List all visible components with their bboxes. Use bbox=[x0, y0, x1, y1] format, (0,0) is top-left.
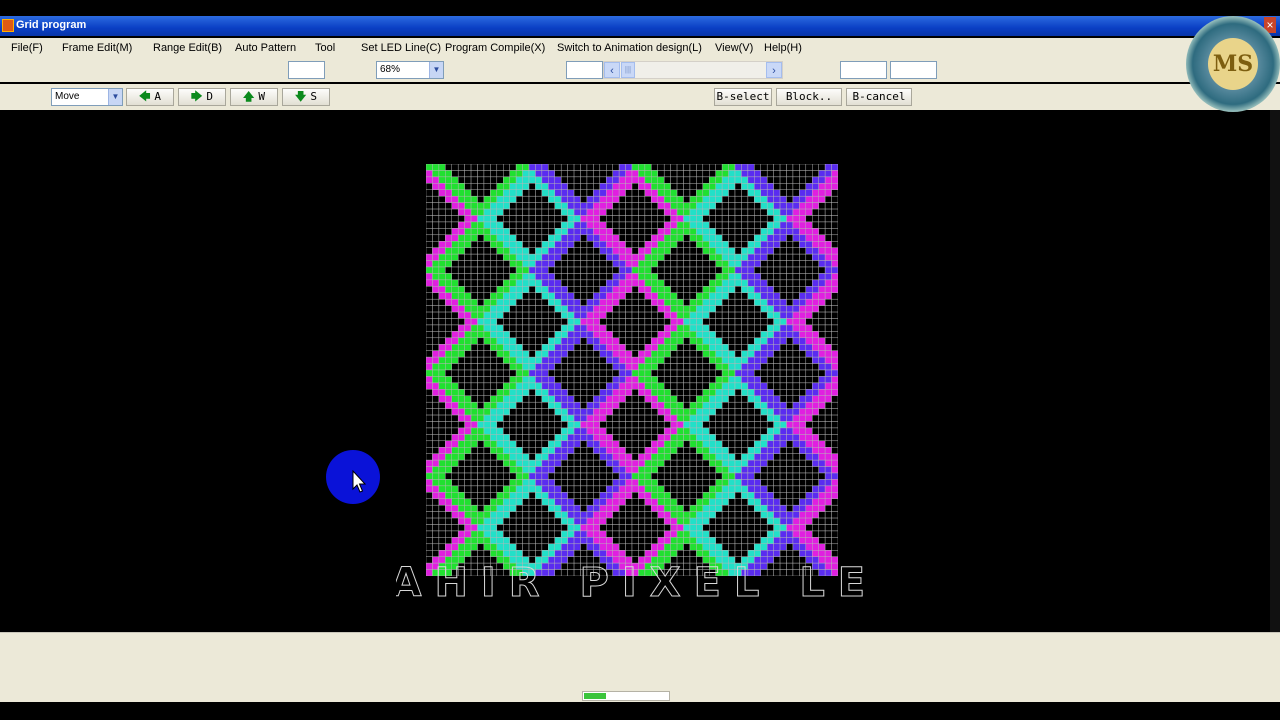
arrow-up-icon: 🡅 bbox=[243, 90, 255, 103]
arrow-left-icon[interactable]: ‹ bbox=[604, 62, 620, 78]
menu-help[interactable]: Help(H) bbox=[764, 42, 802, 54]
vertical-scrollbar[interactable] bbox=[1270, 110, 1280, 632]
arrow-left-icon: 🡄 bbox=[139, 90, 151, 103]
toolbar-edit: Move ▼ 🡄 A 🡆 D 🡅 W 🡇 S B-select Block.. B-ca… bbox=[0, 84, 1280, 110]
channel-logo: MS bbox=[1186, 16, 1280, 112]
status-bar bbox=[0, 632, 1280, 702]
move-left-label: A bbox=[154, 90, 161, 103]
mode-value: Move bbox=[55, 91, 80, 102]
menu-auto-pattern[interactable]: Auto Pattern bbox=[235, 42, 296, 54]
watermark: MAHIR PIXEL LED bbox=[396, 560, 866, 607]
frame-scrollbar[interactable]: ‹ ||| › bbox=[603, 61, 783, 79]
arrow-right-icon[interactable]: › bbox=[766, 62, 782, 78]
move-up-button[interactable]: 🡅 W bbox=[230, 88, 278, 106]
text-field-d[interactable] bbox=[890, 61, 937, 79]
title-bar: Grid program × bbox=[0, 16, 1280, 36]
menu-switch-animation[interactable]: Switch to Animation design(L) bbox=[557, 42, 702, 54]
menu-tool[interactable]: Tool bbox=[315, 42, 335, 54]
watermark-text: MAHIR PIXEL LED bbox=[396, 560, 866, 606]
move-down-label: S bbox=[310, 90, 317, 103]
menu-file[interactable]: File(F) bbox=[11, 42, 43, 54]
menu-frame-edit[interactable]: Frame Edit(M) bbox=[62, 42, 132, 54]
text-field-b[interactable] bbox=[566, 61, 603, 79]
b-select-button[interactable]: B-select bbox=[714, 88, 772, 106]
zoom-value: 68% bbox=[380, 64, 401, 75]
progress-bar bbox=[582, 691, 670, 701]
b-cancel-button[interactable]: B-cancel bbox=[846, 88, 912, 106]
chevron-down-icon[interactable]: ▼ bbox=[429, 62, 443, 78]
block-button[interactable]: Block.. bbox=[776, 88, 842, 106]
menu-bar: File(F) Frame Edit(M) Range Edit(B) Auto… bbox=[0, 38, 1280, 58]
menu-range-edit[interactable]: Range Edit(B) bbox=[153, 42, 222, 54]
logo-mark: MS bbox=[1208, 38, 1258, 90]
zoom-select[interactable]: 68% ▼ bbox=[376, 61, 444, 79]
move-up-label: W bbox=[258, 90, 265, 103]
editor-canvas[interactable]: MAHIR PIXEL LED bbox=[0, 110, 1270, 632]
mode-select[interactable]: Move ▼ bbox=[51, 88, 123, 106]
move-right-label: D bbox=[206, 90, 213, 103]
scroll-thumb[interactable]: ||| bbox=[621, 62, 635, 78]
chevron-down-icon[interactable]: ▼ bbox=[108, 89, 122, 105]
arrow-down-icon: 🡇 bbox=[295, 90, 307, 103]
app-icon bbox=[2, 19, 14, 32]
text-field-c[interactable] bbox=[840, 61, 887, 79]
move-left-button[interactable]: 🡄 A bbox=[126, 88, 174, 106]
menu-view[interactable]: View(V) bbox=[715, 42, 753, 54]
menu-program-compile[interactable]: Program Compile(X) bbox=[445, 42, 545, 54]
mouse-pointer-icon bbox=[352, 470, 367, 493]
progress-fill bbox=[584, 693, 606, 699]
led-grid[interactable] bbox=[426, 164, 838, 576]
window-title: Grid program bbox=[16, 19, 87, 31]
move-down-button[interactable]: 🡇 S bbox=[282, 88, 330, 106]
move-right-button[interactable]: 🡆 D bbox=[178, 88, 226, 106]
arrow-right-icon: 🡆 bbox=[191, 90, 203, 103]
text-field-a[interactable] bbox=[288, 61, 325, 79]
menu-set-led-line[interactable]: Set LED Line(C) bbox=[361, 42, 441, 54]
